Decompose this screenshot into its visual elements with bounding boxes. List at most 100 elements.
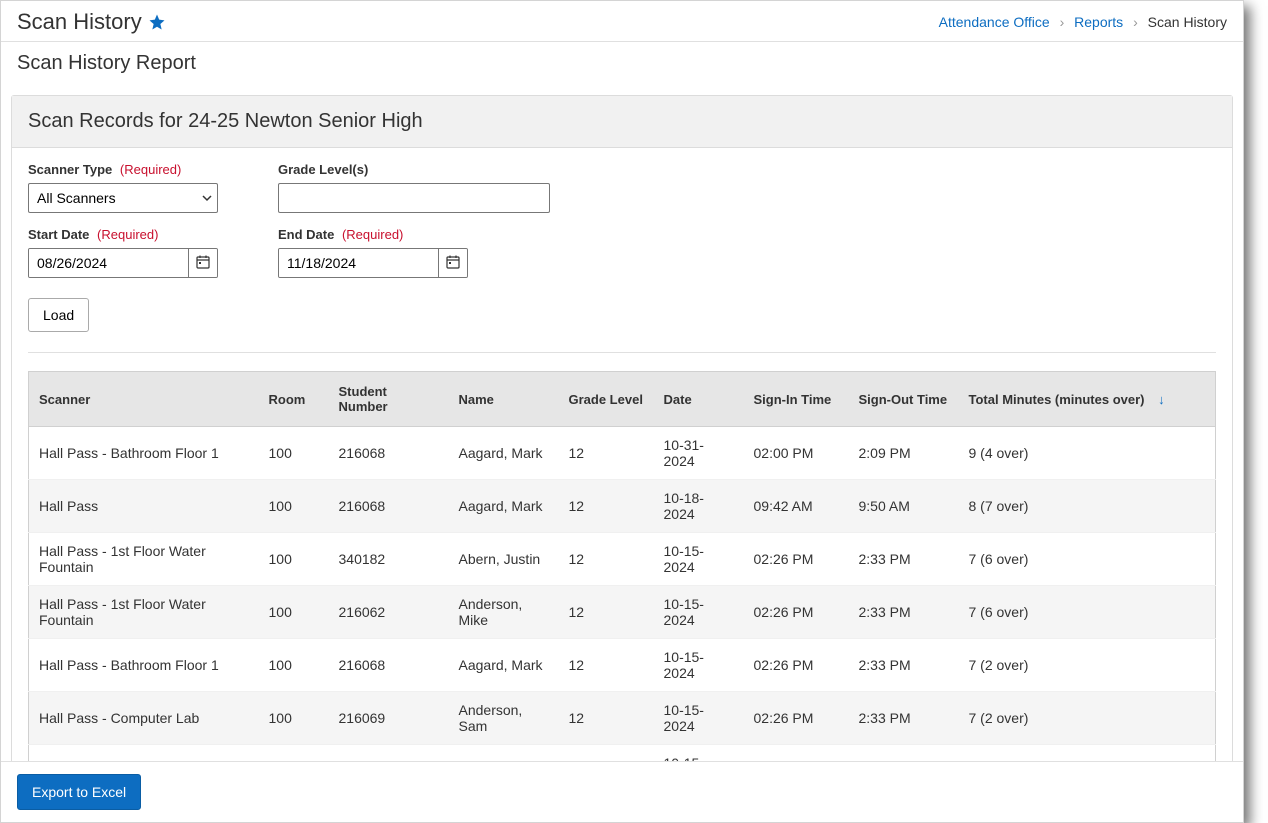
cell-grade: 12 [559,480,654,533]
cell-scanner: Hall Pass - Bathroom Floor 1 [29,639,259,692]
table-row[interactable]: Hall Pass - Bathroom Floor 1100216068Aag… [29,427,1216,480]
cell-sign-out: 2:33 PM [849,745,959,762]
cell-sign-in: 02:26 PM [744,639,849,692]
scanner-type-select[interactable]: All Scanners [28,183,218,213]
cell-scanner: Hall Pass - 1st Floor Water Fountain [29,533,259,586]
cell-sign-in: 09:42 AM [744,480,849,533]
table-row[interactable]: Hall Pass - Computer Lab100216069Anderso… [29,692,1216,745]
start-date-input[interactable] [29,249,188,277]
cell-date: 10-31-2024 [654,427,744,480]
table-row[interactable]: Hall Pass - Bathroom Floor 1100216068Aag… [29,639,1216,692]
label-text: End Date [278,227,334,242]
footer: Export to Excel [1,761,1243,822]
favorite-star-icon[interactable] [148,13,166,31]
cell-date: 10-15-2024 [654,586,744,639]
col-student-number[interactable]: Student Number [329,372,449,427]
col-grade-level[interactable]: Grade Level [559,372,654,427]
cell-room: 100 [259,586,329,639]
col-sign-in[interactable]: Sign-In Time [744,372,849,427]
cell-grade: 12 [559,745,654,762]
label-text: Start Date [28,227,89,242]
col-sign-out[interactable]: Sign-Out Time [849,372,959,427]
calendar-icon [445,254,461,273]
start-date-wrap [28,248,218,278]
scanner-type-select-wrap: All Scanners [28,183,218,213]
required-marker: (Required) [97,227,158,242]
cell-total: 7 (2 over) [959,639,1216,692]
grade-levels-input[interactable] [278,183,550,213]
cell-scanner: Hall Pass - Computer Lab [29,692,259,745]
breadcrumb-current: Scan History [1148,14,1227,30]
page-title-wrap: Scan History [17,9,166,35]
cell-date: 10-15-2024 [654,692,744,745]
col-date[interactable]: Date [654,372,744,427]
cell-student-number: 216062 [329,586,449,639]
cell-name: Anderson, Sam [449,692,559,745]
cell-date: 10-15-2024 [654,533,744,586]
cell-total: 9 (4 over) [959,427,1216,480]
end-date-label: End Date (Required) [278,227,468,242]
cell-grade: 12 [559,586,654,639]
cell-room: 100 [259,480,329,533]
chevron-right-icon: › [1054,14,1071,30]
end-date-picker-button[interactable] [438,249,467,277]
content-scroll-region[interactable]: Scan Records for 24-25 Newton Senior Hig… [1,85,1243,761]
cell-sign-in: 02:26 PM [744,745,849,762]
table-row[interactable]: Hall Pass - 1st Floor Water Fountain1002… [29,586,1216,639]
cell-grade: 12 [559,427,654,480]
cell-sign-out: 2:33 PM [849,639,959,692]
cell-total: 7 (6 over) [959,586,1216,639]
table-row[interactable]: Hall Pass100216068Aagard, Mark1210-18-20… [29,480,1216,533]
cell-date: 10-15-2024 [654,639,744,692]
cell-name: Abern, Justin [449,533,559,586]
filter-row-2: Start Date (Required) [28,227,1216,278]
col-name[interactable]: Name [449,372,559,427]
cell-total: 7 (2 over) [959,692,1216,745]
calendar-icon [195,254,211,273]
col-total-minutes[interactable]: Total Minutes (minutes over) ↓ [959,372,1216,427]
cell-room: 100 [259,427,329,480]
end-date-input[interactable] [279,249,438,277]
end-date-field: End Date (Required) [278,227,468,278]
start-date-field: Start Date (Required) [28,227,218,278]
cell-scanner: Hall Pass [29,480,259,533]
cell-total: 8 (7 over) [959,480,1216,533]
table-row[interactable]: Hall Pass - Auditorium100216063Arauz, Ka… [29,745,1216,762]
cell-sign-out: 2:33 PM [849,533,959,586]
cell-total: 7 (6 over) [959,533,1216,586]
start-date-picker-button[interactable] [188,249,217,277]
col-room[interactable]: Room [259,372,329,427]
cell-name: Anderson, Mike [449,586,559,639]
cell-scanner: Hall Pass - 1st Floor Water Fountain [29,586,259,639]
required-marker: (Required) [120,162,181,177]
report-title: Scan History Report [17,52,1227,75]
col-scanner[interactable]: Scanner [29,372,259,427]
breadcrumb-link-reports[interactable]: Reports [1074,14,1123,30]
cell-sign-in: 02:00 PM [744,427,849,480]
header: Scan History Attendance Office › Reports… [1,1,1243,41]
grade-levels-field: Grade Level(s) [278,162,550,213]
cell-name: Aagard, Mark [449,427,559,480]
cell-sign-out: 9:50 AM [849,480,959,533]
cell-total: 7 (2 over) [959,745,1216,762]
end-date-wrap [278,248,468,278]
sort-descending-icon: ↓ [1158,392,1165,407]
breadcrumb-link-attendance-office[interactable]: Attendance Office [939,14,1050,30]
start-date-label: Start Date (Required) [28,227,218,242]
cell-scanner: Hall Pass - Auditorium [29,745,259,762]
cell-room: 100 [259,533,329,586]
export-to-excel-button[interactable]: Export to Excel [17,774,141,810]
breadcrumb: Attendance Office › Reports › Scan Histo… [939,14,1227,30]
table-header-row: Scanner Room Student Number Name Grade L… [29,372,1216,427]
cell-sign-out: 2:33 PM [849,692,959,745]
chevron-right-icon: › [1127,14,1144,30]
cell-sign-in: 02:26 PM [744,692,849,745]
table-row[interactable]: Hall Pass - 1st Floor Water Fountain1003… [29,533,1216,586]
cell-sign-out: 2:33 PM [849,586,959,639]
load-button[interactable]: Load [28,298,89,332]
cell-name: Arauz, Katie [449,745,559,762]
cell-grade: 12 [559,533,654,586]
separator [28,352,1216,353]
cell-scanner: Hall Pass - Bathroom Floor 1 [29,427,259,480]
cell-grade: 12 [559,692,654,745]
